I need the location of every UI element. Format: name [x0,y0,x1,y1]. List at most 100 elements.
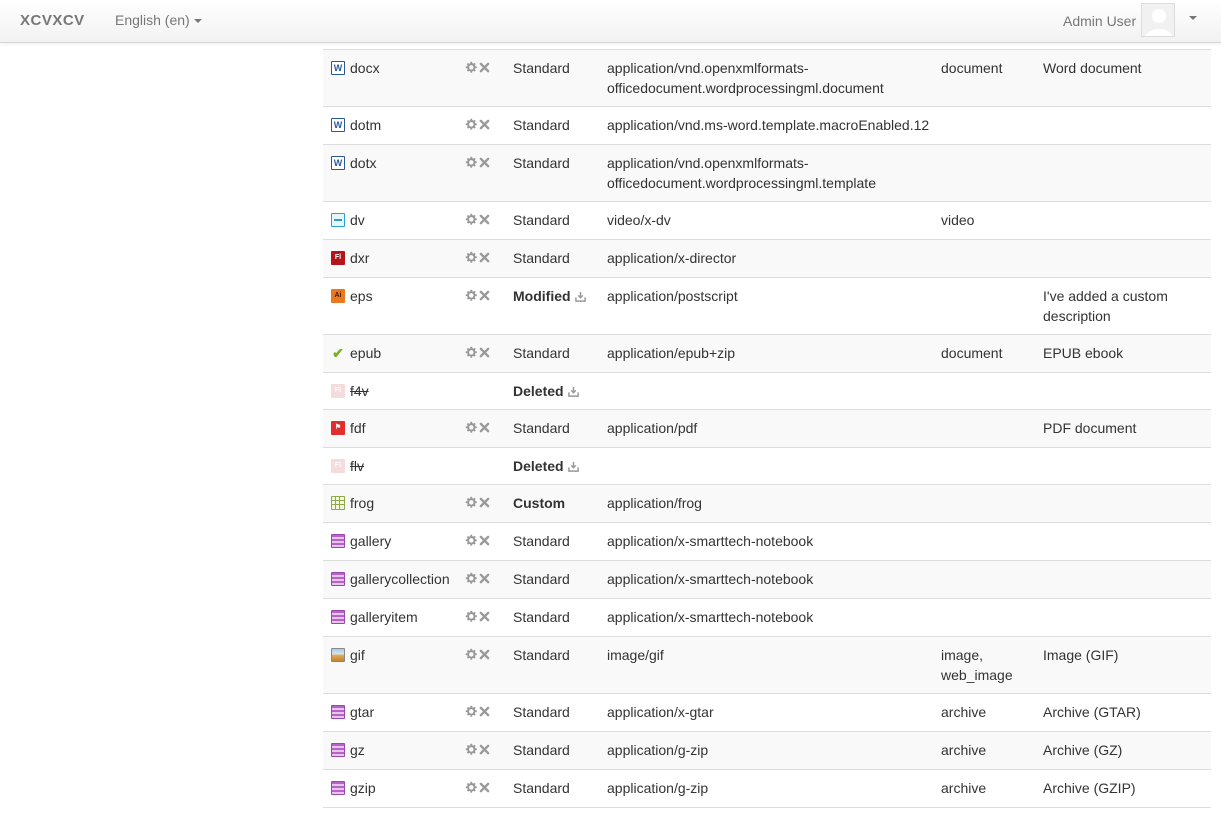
language-label: English (en) [115,12,190,28]
status-label: Standard [513,212,570,228]
table-row: Fl f4v Deleted [323,372,1211,410]
user-menu-chevron-icon[interactable] [1189,16,1197,20]
extension-label: dotm [350,117,382,133]
edit-gear-icon[interactable] [465,249,477,269]
groups-cell: archive [935,693,1037,732]
file-type-archive-icon [331,534,345,548]
status-label: Standard [513,742,570,758]
extension-label: f4v [350,383,369,399]
extension-cell: frog [323,484,459,523]
description-cell [1037,598,1211,637]
delete-close-icon[interactable] [479,703,490,723]
status-cell: Deleted [507,447,601,485]
avatar[interactable] [1141,3,1175,37]
delete-close-icon[interactable] [479,59,490,79]
delete-close-icon[interactable] [479,211,490,231]
extension-label: dotx [350,155,377,171]
status-cell: Standard [507,106,601,145]
groups-cell [935,522,1037,561]
extension-label: dv [350,212,365,228]
description-cell: I've added a custom description [1037,277,1211,335]
edit-gear-icon[interactable] [465,608,477,628]
user-name[interactable]: Admin User [1063,13,1136,29]
revert-download-icon[interactable] [567,457,579,472]
delete-close-icon[interactable] [479,570,490,590]
table-row: dv Standard video/x-dv video [323,201,1211,240]
description-cell [1037,106,1211,145]
file-type-ghost-icon: Fl [331,384,345,398]
site-brand[interactable]: XCVXCV [20,12,85,29]
extension-label: eps [350,288,373,304]
actions-cell [459,636,507,694]
delete-close-icon[interactable] [479,741,490,761]
actions-cell [459,239,507,278]
mimetype-cell: application/x-smarttech-notebook [601,560,935,599]
revert-download-icon[interactable] [574,287,586,302]
delete-close-icon[interactable] [479,494,490,514]
status-label: Standard [513,609,570,625]
status-cell: Standard [507,560,601,599]
delete-close-icon[interactable] [479,779,490,799]
delete-close-icon[interactable] [479,344,490,364]
extension-label: gzip [350,780,376,796]
mimetype-cell [601,372,935,410]
extension-label: fdf [350,420,366,436]
delete-close-icon[interactable] [479,532,490,552]
extension-label: flv [350,458,364,474]
delete-close-icon[interactable] [479,287,490,307]
description-cell [1037,144,1211,202]
delete-close-icon[interactable] [479,116,490,136]
description-cell: PDF document [1037,409,1211,448]
delete-close-icon[interactable] [479,154,490,174]
delete-close-icon[interactable] [479,646,490,666]
delete-close-icon[interactable] [479,419,490,439]
status-label: Deleted [513,458,564,474]
groups-cell [935,409,1037,448]
edit-gear-icon[interactable] [465,154,477,174]
description-cell: Archive (GTAR) [1037,693,1211,732]
edit-gear-icon[interactable] [465,344,477,364]
edit-gear-icon[interactable] [465,532,477,552]
delete-close-icon[interactable] [479,608,490,628]
extension-label: epub [350,345,382,361]
extension-cell: gallery [323,522,459,561]
file-type-sheet-icon [331,496,345,510]
edit-gear-icon[interactable] [465,646,477,666]
status-cell: Standard [507,522,601,561]
edit-gear-icon[interactable] [465,570,477,590]
edit-gear-icon[interactable] [465,494,477,514]
extension-cell: Wdocx [323,49,459,107]
extension-label: gif [350,647,365,663]
extension-cell: ✔ epub [323,334,459,373]
edit-gear-icon[interactable] [465,59,477,79]
actions-cell [459,693,507,732]
actions-cell [459,277,507,335]
edit-gear-icon[interactable] [465,287,477,307]
delete-close-icon[interactable] [479,249,490,269]
table-row: ⚑ fdf Standard application/pdf PDF document [323,409,1211,448]
file-type-archive-icon [331,705,345,719]
edit-gear-icon[interactable] [465,419,477,439]
extension-cell: dv [323,201,459,240]
language-menu[interactable]: English (en) [115,12,202,28]
description-cell: Image (GIF) [1037,636,1211,694]
groups-cell [935,277,1037,335]
status-label: Standard [513,60,570,76]
extension-label: gtar [350,704,375,720]
edit-gear-icon[interactable] [465,779,477,799]
status-label: Standard [513,420,570,436]
extension-cell: gif [323,636,459,694]
edit-gear-icon[interactable] [465,703,477,723]
edit-gear-icon[interactable] [465,741,477,761]
extension-cell: galleryitem [323,598,459,637]
mimetype-cell: application/x-smarttech-notebook [601,598,935,637]
file-type-archive-icon [331,781,345,795]
extension-label: gz [350,742,365,758]
edit-gear-icon[interactable] [465,116,477,136]
mimetype-cell: application/x-smarttech-notebook [601,522,935,561]
actions-cell [459,484,507,523]
edit-gear-icon[interactable] [465,211,477,231]
status-cell: Deleted [507,372,601,410]
revert-download-icon[interactable] [567,382,579,397]
table-row: Fl dxr Standard application/x-director [323,239,1211,278]
